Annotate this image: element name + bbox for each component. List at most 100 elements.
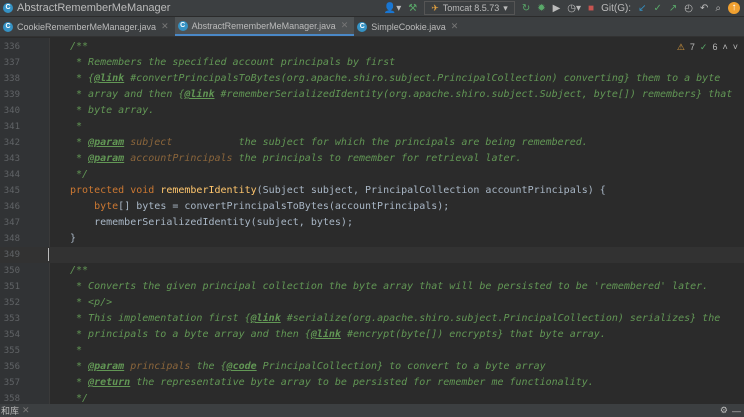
class-icon: C <box>3 3 13 13</box>
code-token: accountPrincipals <box>124 153 233 164</box>
debug-icon[interactable]: ✹ <box>537 3 545 14</box>
code-text: /** <box>70 39 88 55</box>
profile-icon[interactable]: ◷▾ <box>567 3 581 14</box>
code-token: * <box>70 137 89 148</box>
code-token: the principals to remember for retrieval… <box>232 153 522 164</box>
code-token: @return <box>88 377 131 388</box>
code-token: * principals to a byte array and then { <box>70 329 311 340</box>
chevron-up-icon[interactable]: ˄ <box>722 42 727 53</box>
code-text: * @param subject the subject for which t… <box>70 135 588 151</box>
code-token: subject <box>124 137 233 148</box>
run-config-select[interactable]: ✈ Tomcat 8.5.73 ▾ <box>424 1 515 15</box>
code-line: 345 protected void rememberIdentity(Subje… <box>0 183 744 199</box>
code-token: ) converting} them to a byte <box>551 73 721 84</box>
code-token: * <box>70 361 89 372</box>
close-icon[interactable]: ✕ <box>451 21 459 32</box>
gear-icon[interactable]: ⚙ <box>720 405 728 416</box>
code-token: #serialize( <box>280 313 353 324</box>
window-title: AbstractRememberMeManager <box>17 2 171 14</box>
tool-window-tab[interactable]: 和库 <box>1 404 19 417</box>
code-token: org.apache.shiro.subject.Subject <box>389 89 582 100</box>
code-token: * Remembers the specified account princi… <box>70 57 396 68</box>
title-bar: C AbstractRememberMeManager 👤▾ ⚒ ✈ Tomcat… <box>0 0 744 16</box>
code-token: #encrypt(byte[]) encrypts} that byte arr… <box>340 329 606 340</box>
stop-icon[interactable]: ■ <box>588 3 594 14</box>
rerun-icon[interactable]: ↻ <box>522 3 530 14</box>
code-token: rememberIdentity <box>160 185 257 196</box>
code-line: 351 * Converts the given principal colle… <box>0 279 744 295</box>
code-token: #convertPrincipalsToBytes( <box>124 73 287 84</box>
class-icon: C <box>3 21 13 32</box>
code-editor[interactable]: 336 /** 337 * Remembers the specified acco… <box>0 38 744 404</box>
build-hammer-icon[interactable]: ⚒ <box>408 3 417 14</box>
git-label: Git(G): <box>601 2 632 14</box>
code-text: * This implementation first {@link #seri… <box>70 311 720 327</box>
code-text: * byte array. <box>70 103 154 119</box>
code-token: @code <box>226 361 257 372</box>
code-token: byte <box>70 201 119 212</box>
user-icon[interactable]: 👤▾ <box>384 3 401 14</box>
git-commit-icon[interactable]: ✓ <box>653 3 661 14</box>
class-icon: C <box>177 20 188 31</box>
rollback-icon[interactable]: ↶ <box>700 3 708 14</box>
code-token: @link <box>94 73 125 84</box>
code-token: @param <box>88 361 125 372</box>
line-number: 356 <box>3 362 20 372</box>
code-line: 338 * {@link #convertPrincipalsToBytes(o… <box>0 71 744 87</box>
status-bar: 和库 ✕ ⚙ — <box>0 404 744 417</box>
update-icon[interactable]: ↑ <box>728 2 740 14</box>
tab-simple-cookie[interactable]: C SimpleCookie.java ✕ <box>354 17 464 36</box>
code-text: * <p/> <box>70 295 112 311</box>
coverage-icon[interactable]: ▶ <box>553 3 561 14</box>
code-line: 348} <box>0 231 744 247</box>
line-number: 353 <box>3 314 20 324</box>
code-token: , byte[]) remembers} that <box>581 89 733 100</box>
code-token: PrincipalCollection} to convert to a byt… <box>256 361 546 372</box>
code-token: the representative byte array to be pers… <box>130 377 594 388</box>
close-icon[interactable]: ✕ <box>341 20 349 31</box>
line-number: 350 <box>3 266 20 276</box>
code-token: rememberSerializedIdentity(subject, byte… <box>70 217 353 228</box>
close-icon[interactable]: ✕ <box>22 405 30 416</box>
code-text: * array and then {@link #rememberSeriali… <box>70 87 732 103</box>
code-line: 357 * @return the representative byte ar… <box>0 375 744 391</box>
code-token: * array and then { <box>70 89 185 100</box>
code-token: (Subject subject, PrincipalCollection ac… <box>256 185 606 196</box>
line-number: 336 <box>3 42 20 52</box>
git-update-icon[interactable]: ↙ <box>638 3 646 14</box>
code-token: @link <box>184 89 215 100</box>
text-caret <box>48 248 49 261</box>
code-text: * principals to a byte array and then {@… <box>70 327 606 343</box>
code-text: protected void rememberIdentity(Subject … <box>70 183 606 199</box>
line-number: 345 <box>3 186 20 196</box>
inspection-widget[interactable]: ⚠ 7 ✓ 6 ˄ ˅ <box>677 42 738 53</box>
code-text: * @param accountPrincipals the principal… <box>70 151 522 167</box>
code-token: protected void <box>70 185 161 196</box>
minimize-icon[interactable]: — <box>732 406 741 416</box>
close-icon[interactable]: ✕ <box>161 21 169 32</box>
code-line: 354 * principals to a byte array and the… <box>0 327 744 343</box>
code-line: 355 * <box>0 343 744 359</box>
tab-cookie-remember-me-manager[interactable]: C CookieRememberMeManager.java ✕ <box>0 17 175 36</box>
line-number: 355 <box>3 346 20 356</box>
code-token: [] bytes = convertPrincipalsToBytes(acco… <box>118 201 450 212</box>
line-number: 342 <box>3 138 20 148</box>
code-token: the { <box>190 361 227 372</box>
code-text: * Remembers the specified account princi… <box>70 55 395 71</box>
code-line: 341 * <box>0 119 744 135</box>
line-number: 344 <box>3 170 20 180</box>
chevron-down-icon[interactable]: ˅ <box>733 42 738 53</box>
code-text: * @param principals the {@code Principal… <box>70 359 546 375</box>
git-push-icon[interactable]: ↗ <box>669 3 677 14</box>
code-line: 349 <box>0 247 744 263</box>
code-line: 353 * This implementation first {@link #… <box>0 311 744 327</box>
line-number: 338 <box>3 74 20 84</box>
code-token: * <box>70 153 89 164</box>
history-icon[interactable]: ◴ <box>684 3 693 14</box>
search-icon[interactable]: ⌕ <box>715 3 721 14</box>
code-token: * This implementation first { <box>70 313 251 324</box>
code-token: the subject for which the principals are… <box>232 137 588 148</box>
line-number: 347 <box>3 218 20 228</box>
code-token: * <p/> <box>70 297 113 308</box>
tab-abstract-remember-me-manager[interactable]: C AbstractRememberMeManager.java ✕ <box>174 17 355 36</box>
